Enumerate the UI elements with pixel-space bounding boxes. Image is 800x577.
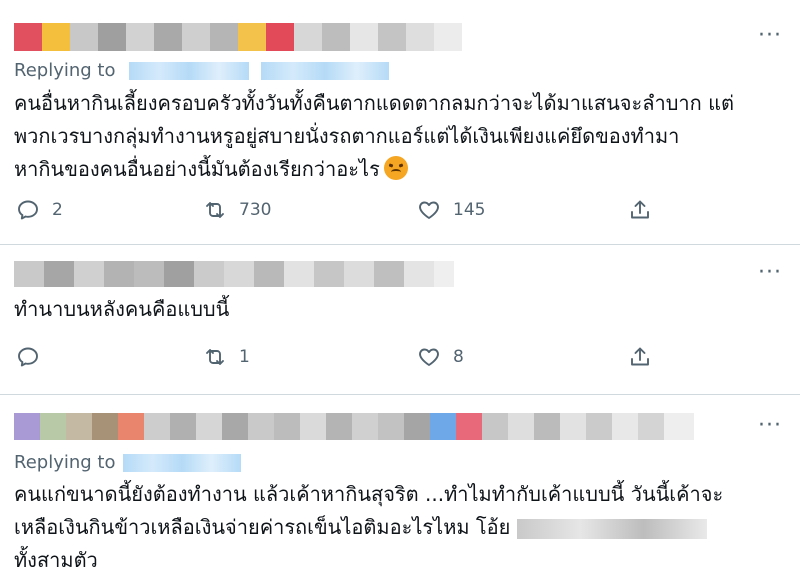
tweet-2-more-icon[interactable]: ··· <box>758 262 782 284</box>
replying-to-handle-blurred[interactable] <box>129 62 250 80</box>
tweet-3-more-icon[interactable]: ··· <box>758 415 782 437</box>
mentioned-handle-blurred[interactable] <box>516 518 707 539</box>
heart-icon <box>419 201 439 219</box>
reply-icon <box>18 200 38 220</box>
tweet-2-actions: 1 8 <box>0 345 800 375</box>
tweet-1-replying-to: Replying to <box>14 60 389 82</box>
retweet-icon <box>206 349 224 365</box>
tweet-1-more-icon[interactable]: ··· <box>758 25 782 47</box>
replying-to-label: Replying to <box>14 452 116 473</box>
tweet-text-line: พวกเวรบางกลุ่มทำงานหรูอยู่สบายนั่งรถตากแ… <box>14 124 680 148</box>
like-button[interactable]: 8 <box>417 345 464 369</box>
tweet-1-author-header-blurred[interactable] <box>14 23 474 51</box>
retweet-count: 730 <box>239 200 272 220</box>
tweet-2-text: ทำนาบนหลังคนคือแบบนี้ <box>14 293 784 326</box>
tweet-separator <box>0 244 800 245</box>
tweet-text-line: คนอื่นหากินเลี้ยงครอบครัวทั้งวันทั้งคืนต… <box>14 91 734 115</box>
pouting-face-emoji-icon <box>383 156 408 180</box>
tweet-3-replying-to: Replying to <box>14 452 242 474</box>
tweet-3-text: คนแก่ขนาดนี้ยังต้องทำงาน แล้วเค้าหากินสุ… <box>14 478 784 577</box>
tweet-text-line: เหลือเงินกินข้าวเหลือเงินจ่ายค่ารถเข็นไอ… <box>14 515 511 539</box>
reply-icon <box>18 347 38 367</box>
retweet-button[interactable]: 1 <box>203 345 250 369</box>
tweet-2-author-header-blurred[interactable] <box>14 261 454 287</box>
replying-to-handle-blurred[interactable] <box>123 454 242 472</box>
reply-button[interactable]: 2 <box>16 198 63 222</box>
tweet-1-actions: 2 730 145 <box>0 198 800 228</box>
retweet-button[interactable]: 730 <box>203 198 271 222</box>
tweet-text-line: ทั้งสามตัว <box>14 548 98 572</box>
share-icon <box>631 200 649 219</box>
share-button[interactable] <box>628 198 652 222</box>
like-count: 8 <box>453 347 464 367</box>
retweet-count: 1 <box>239 347 250 367</box>
like-button[interactable]: 145 <box>417 198 485 222</box>
share-button[interactable] <box>628 345 652 369</box>
heart-icon <box>419 348 439 366</box>
share-icon <box>631 347 649 366</box>
retweet-icon <box>206 202 224 218</box>
tweet-text-line: คนแก่ขนาดนี้ยังต้องทำงาน แล้วเค้าหากินสุ… <box>14 482 724 506</box>
reply-count: 2 <box>52 200 63 220</box>
tweet-3-author-header-blurred[interactable] <box>14 413 724 440</box>
replying-to-handle-blurred[interactable] <box>260 62 389 80</box>
tweet-text-line: ทำนาบนหลังคนคือแบบนี้ <box>14 297 230 321</box>
replying-to-label: Replying to <box>14 60 116 81</box>
reply-button[interactable] <box>16 345 52 369</box>
tweet-separator <box>0 394 800 395</box>
like-count: 145 <box>453 200 486 220</box>
tweet-text-line: หากินของคนอื่นอย่างนี้มันต้องเรียกว่าอะไ… <box>14 157 380 181</box>
tweet-1-text: คนอื่นหากินเลี้ยงครอบครัวทั้งวันทั้งคืนต… <box>14 87 784 186</box>
